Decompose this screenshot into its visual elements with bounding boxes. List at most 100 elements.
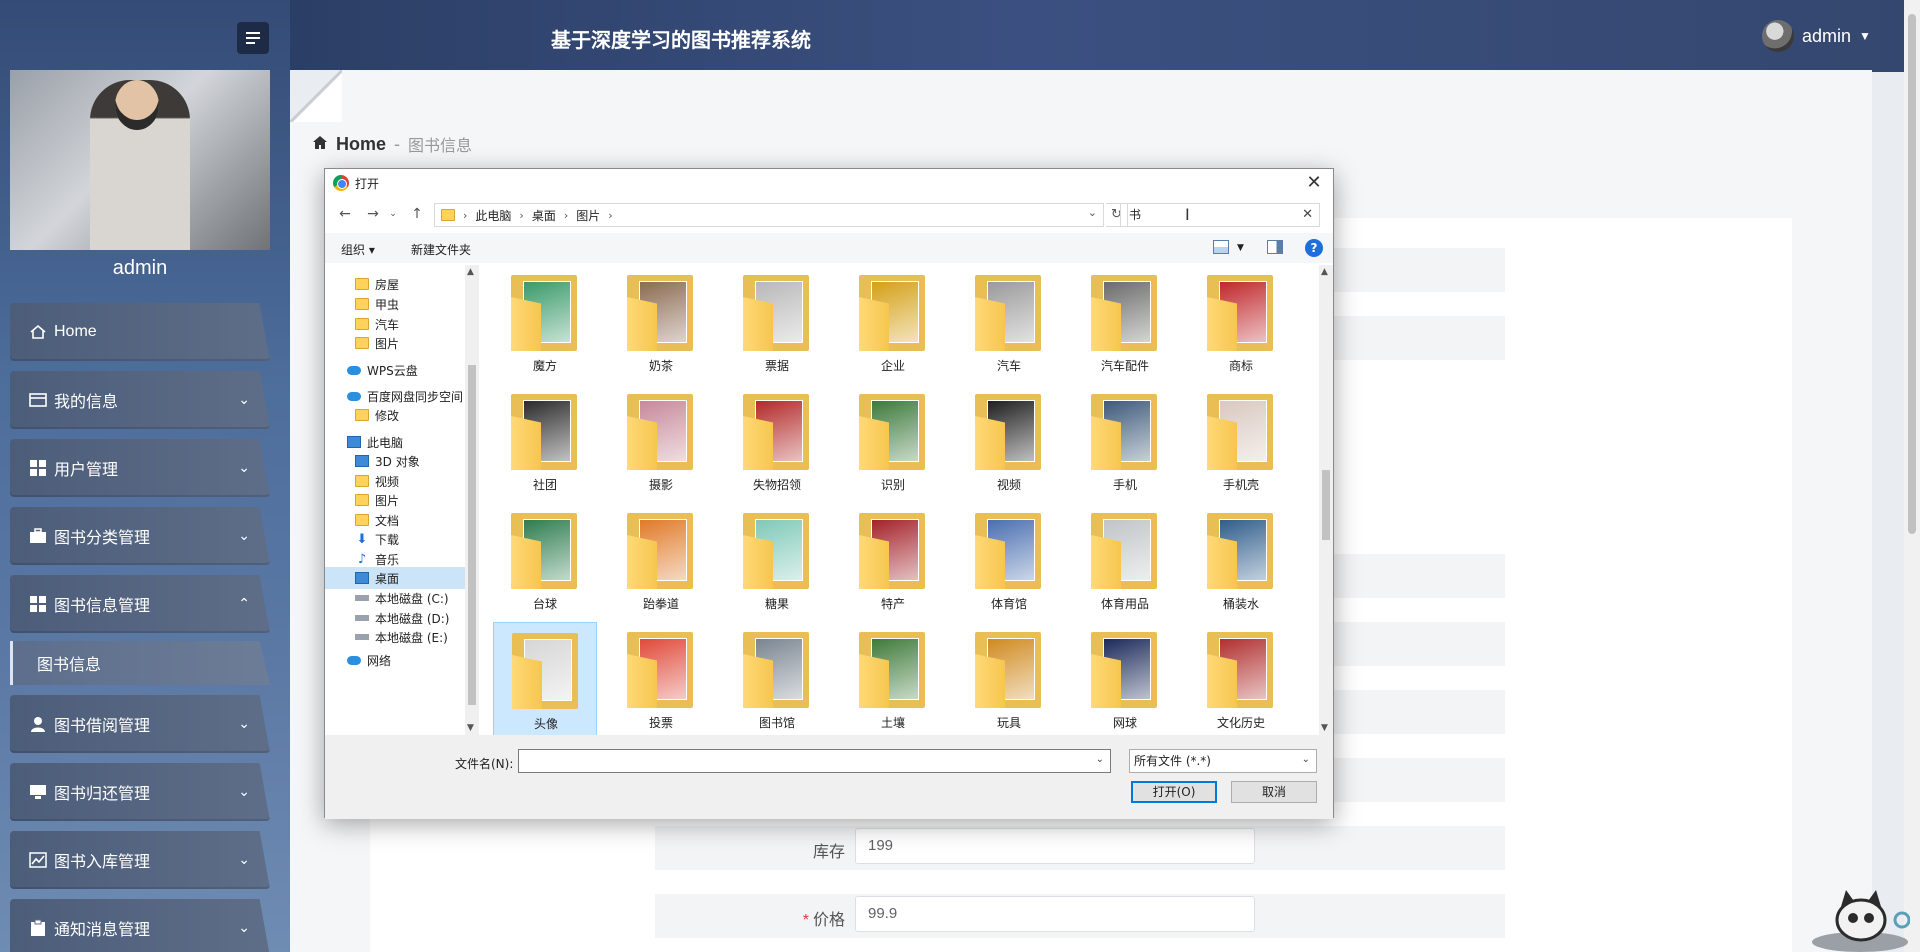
- nav-pane-item[interactable]: 图片: [325, 332, 465, 354]
- view-dropdown-icon[interactable]: ▼: [1237, 243, 1244, 253]
- sidebar-item-my-info[interactable]: 我的信息 ⌄: [10, 371, 270, 429]
- filetype-value: 所有文件 (*.*): [1134, 754, 1211, 768]
- nav-pane-label: 汽车: [375, 317, 400, 332]
- folder-item[interactable]: 企业: [841, 265, 945, 381]
- sidebar-item-book-info-management[interactable]: 图书信息管理 ⌃: [10, 575, 270, 633]
- sidebar-item-label: 我的信息: [54, 394, 119, 411]
- folder-item[interactable]: 手机壳: [1189, 384, 1293, 500]
- organize-button[interactable]: 组织 ▾: [341, 241, 375, 258]
- address-bar[interactable]: › 此电脑 › 桌面 › 图片 › ⌄: [434, 203, 1104, 227]
- scroll-down-icon[interactable]: ▼: [1321, 723, 1328, 733]
- forward-button[interactable]: →: [363, 203, 383, 225]
- back-button[interactable]: ←: [335, 203, 355, 225]
- file-list-scrollbar[interactable]: ▲ ▼: [1319, 265, 1333, 735]
- user-menu[interactable]: admin ▼: [1762, 20, 1871, 52]
- nav-pane-item[interactable]: 甲虫: [325, 293, 465, 315]
- open-button[interactable]: 打开(O): [1131, 781, 1217, 803]
- folder-item[interactable]: 文化历史: [1189, 622, 1293, 735]
- stock-input[interactable]: 199: [855, 828, 1255, 864]
- folder-item[interactable]: 体育馆: [957, 503, 1061, 619]
- scroll-up-icon[interactable]: ▲: [467, 267, 474, 277]
- folder-item[interactable]: 桶装水: [1189, 503, 1293, 619]
- nav-pane-item[interactable]: 图片: [325, 489, 465, 511]
- folder-item[interactable]: 投票: [609, 622, 713, 735]
- sidebar-item-borrow-management[interactable]: 图书借阅管理 ⌄: [10, 695, 270, 753]
- sidebar-subitem-book-info[interactable]: 图书信息: [10, 641, 270, 685]
- breadcrumb-home[interactable]: Home: [336, 134, 386, 155]
- filename-input[interactable]: ⌄: [518, 749, 1111, 773]
- nav-pane-label: 本地磁盘 (D:): [375, 611, 450, 626]
- folder-icon: [355, 409, 369, 421]
- nav-pane-item[interactable]: ⬇ 下载: [325, 528, 465, 550]
- sidebar-item-return-management[interactable]: 图书归还管理 ⌄: [10, 763, 270, 821]
- sidebar-item-stock-management[interactable]: 图书入库管理 ⌄: [10, 831, 270, 889]
- folder-item[interactable]: 奶茶: [609, 265, 713, 381]
- sidebar-item-home[interactable]: Home: [10, 303, 270, 361]
- folder-item[interactable]: 识别: [841, 384, 945, 500]
- scroll-down-icon[interactable]: ▼: [467, 723, 474, 733]
- folder-item[interactable]: 汽车: [957, 265, 1061, 381]
- folder-item[interactable]: 视频: [957, 384, 1061, 500]
- search-input[interactable]: 书 ✕: [1120, 203, 1320, 227]
- nav-pane-item[interactable]: 本地磁盘 (E:): [325, 626, 465, 648]
- folder-item[interactable]: 特产: [841, 503, 945, 619]
- folder-item[interactable]: 摄影: [609, 384, 713, 500]
- folder-item[interactable]: 体育用品: [1073, 503, 1177, 619]
- chevron-down-icon: ⌄: [238, 783, 250, 799]
- folder-item[interactable]: 网球: [1073, 622, 1177, 735]
- folder-item[interactable]: 商标: [1189, 265, 1293, 381]
- folder-item[interactable]: 跆拳道: [609, 503, 713, 619]
- folder-item[interactable]: 台球: [493, 503, 597, 619]
- chevron-down-icon[interactable]: ⌄: [1088, 206, 1097, 219]
- cancel-button[interactable]: 取消: [1231, 781, 1317, 803]
- nav-pane-label: 图片: [375, 493, 400, 508]
- folder-item[interactable]: 汽车配件: [1073, 265, 1177, 381]
- folder-item[interactable]: 社团: [493, 384, 597, 500]
- price-input[interactable]: 99.9: [855, 896, 1255, 932]
- folder-item[interactable]: 玩具: [957, 622, 1061, 735]
- preview-pane-icon[interactable]: [1267, 240, 1283, 254]
- up-button[interactable]: ↑: [407, 203, 427, 225]
- nav-pane-item[interactable]: 房屋: [325, 273, 465, 295]
- nav-pane-item[interactable]: 3D 对象: [325, 450, 465, 472]
- sidebar-item-user-management[interactable]: 用户管理 ⌄: [10, 439, 270, 497]
- menu-toggle-button[interactable]: [237, 22, 269, 54]
- folder-item[interactable]: 糖果: [725, 503, 829, 619]
- dialog-titlebar[interactable]: 打开: [325, 169, 1333, 197]
- dialog-close-button[interactable]: ✕: [1303, 172, 1325, 194]
- folder-item[interactable]: 魔方: [493, 265, 597, 381]
- nav-pane-label: 本地磁盘 (C:): [375, 591, 449, 606]
- navigation-pane-scrollbar[interactable]: ▲ ▼: [465, 265, 479, 735]
- filetype-select[interactable]: 所有文件 (*.*) ⌄: [1129, 749, 1317, 773]
- view-options-icon[interactable]: [1213, 240, 1229, 254]
- folder-name: 体育馆: [990, 597, 1027, 611]
- new-folder-button[interactable]: 新建文件夹: [411, 241, 471, 258]
- nav-pane-item[interactable]: WPS云盘: [325, 359, 465, 381]
- folder-item[interactable]: 头像: [493, 622, 597, 735]
- folder-item[interactable]: 土壤: [841, 622, 945, 735]
- recent-locations-button[interactable]: ⌄: [383, 203, 403, 225]
- sidebar-item-category-management[interactable]: 图书分类管理 ⌄: [10, 507, 270, 565]
- folder-name: 社团: [532, 478, 557, 492]
- help-icon[interactable]: ?: [1305, 239, 1323, 257]
- nav-pane-item[interactable]: 修改: [325, 404, 465, 426]
- nav-pane-item[interactable]: 本地磁盘 (C:): [325, 587, 465, 609]
- chevron-down-icon[interactable]: ⌄: [1096, 754, 1104, 765]
- folder-item[interactable]: 手机: [1073, 384, 1177, 500]
- address-crumb[interactable]: 图片: [576, 207, 600, 224]
- address-crumb[interactable]: 此电脑: [475, 207, 511, 224]
- folder-icon: [975, 513, 1041, 589]
- folder-item[interactable]: 失物招领: [725, 384, 829, 500]
- folder-item[interactable]: 票据: [725, 265, 829, 381]
- nav-pane-item[interactable]: 网络: [325, 649, 465, 671]
- address-crumb[interactable]: 桌面: [532, 207, 556, 224]
- scroll-up-icon[interactable]: ▲: [1321, 267, 1328, 277]
- folder-item[interactable]: 图书馆: [725, 622, 829, 735]
- page-scrollbar[interactable]: [1904, 0, 1920, 952]
- clear-search-icon[interactable]: ✕: [1302, 204, 1313, 226]
- sidebar-item-notice-management[interactable]: 通知消息管理 ⌄: [10, 899, 270, 952]
- sidebar-nav: Home 我的信息 ⌄ 用户管理 ⌄ 图书分类管理 ⌄ 图书信息管理 ⌃ 图书信…: [10, 303, 270, 952]
- folder-name: 商标: [1228, 359, 1253, 373]
- user-icon: [28, 714, 48, 734]
- nav-pane-item[interactable]: 桌面: [325, 567, 465, 589]
